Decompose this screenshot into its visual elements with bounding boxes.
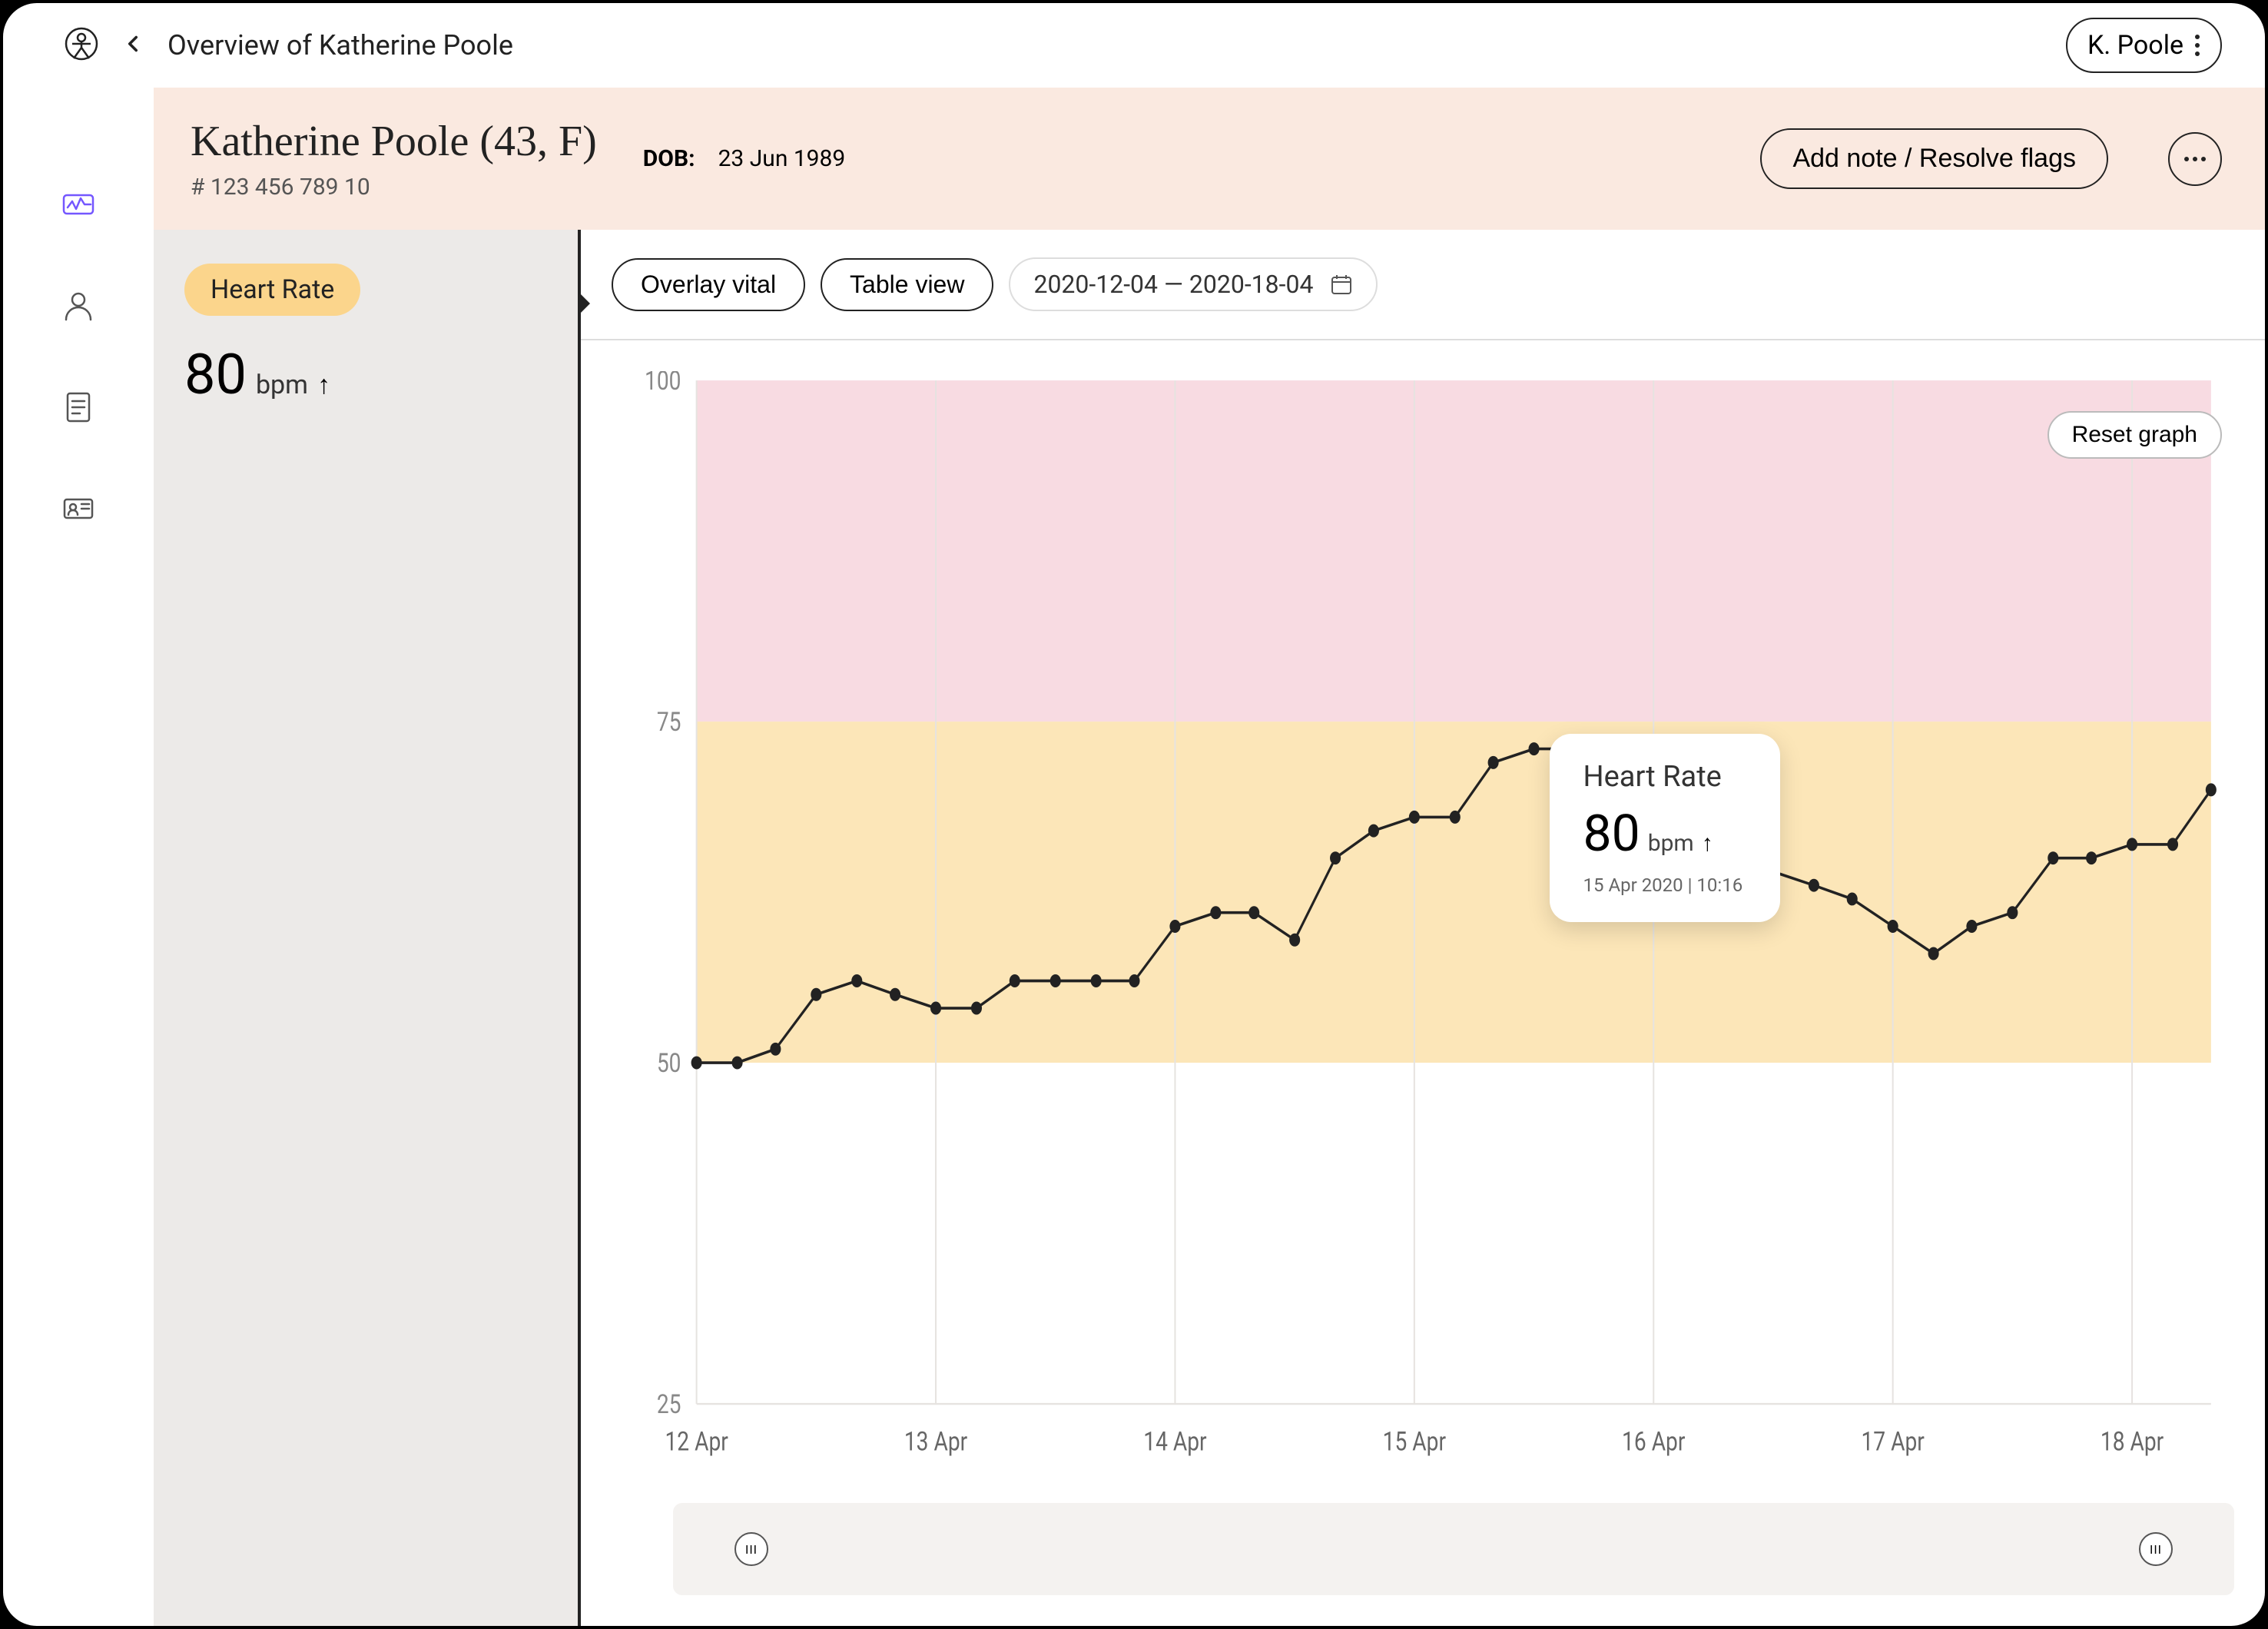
kebab-icon <box>2194 34 2200 57</box>
svg-text:25: 25 <box>657 1389 681 1420</box>
vital-side-panel[interactable]: Heart Rate 80 bpm ↑ <box>154 230 581 1626</box>
breadcrumb[interactable]: Overview of Katherine Poole <box>167 29 513 61</box>
patient-id: # 123 456 789 10 <box>191 174 597 201</box>
patient-name: Katherine Poole (43, F) <box>191 117 597 166</box>
account-menu[interactable]: K. Poole <box>2066 18 2222 73</box>
vital-value: 80 <box>184 342 247 407</box>
svg-text:16 Apr: 16 Apr <box>1622 1426 1686 1457</box>
add-note-button[interactable]: Add note / Resolve flags <box>1760 128 2108 189</box>
ellipsis-icon <box>2183 156 2207 162</box>
svg-text:15 Apr: 15 Apr <box>1383 1426 1447 1457</box>
more-actions-button[interactable] <box>2168 132 2222 186</box>
vital-unit: bpm <box>256 370 308 400</box>
nav-notes-icon[interactable] <box>61 390 95 424</box>
svg-text:17 Apr: 17 Apr <box>1861 1426 1925 1457</box>
svg-text:50: 50 <box>657 1048 681 1079</box>
chart-area[interactable]: 25 50 75 100 12 Apr 13 Apr 14 Apr 15 Apr 16 Apr 1… <box>581 340 2265 1488</box>
chart-tooltip: Heart Rate 80 bpm ↑ 15 Apr 2020 | 10:16 <box>1550 734 1780 922</box>
nav-id-icon[interactable] <box>61 492 95 526</box>
app-logo-icon <box>65 27 98 64</box>
nav-patient-icon[interactable] <box>61 289 95 323</box>
svg-text:100: 100 <box>645 371 681 396</box>
time-scrubber[interactable]: III III <box>673 1503 2234 1595</box>
reset-graph-button[interactable]: Reset graph <box>2048 411 2222 459</box>
trend-up-icon: ↑ <box>1702 830 1713 857</box>
svg-text:12 Apr: 12 Apr <box>665 1426 728 1457</box>
dob: DOB: 23 Jun 1989 <box>643 145 845 172</box>
overlay-vital-button[interactable]: Overlay vital <box>612 258 805 311</box>
date-range-picker[interactable]: 2020-12-04 — 2020-18-04 <box>1009 257 1378 311</box>
back-icon[interactable] <box>120 31 146 60</box>
svg-text:18 Apr: 18 Apr <box>2101 1426 2164 1457</box>
scrubber-handle-left[interactable]: III <box>734 1532 768 1566</box>
trend-up-icon: ↑ <box>317 370 330 400</box>
svg-text:13 Apr: 13 Apr <box>904 1426 968 1457</box>
vital-chip: Heart Rate <box>184 264 360 316</box>
table-view-button[interactable]: Table view <box>821 258 993 311</box>
account-name: K. Poole <box>2087 30 2183 61</box>
svg-text:14 Apr: 14 Apr <box>1143 1426 1207 1457</box>
scrubber-handle-right[interactable]: III <box>2139 1532 2173 1566</box>
calendar-icon <box>1330 273 1353 296</box>
svg-text:75: 75 <box>657 707 681 738</box>
nav-vitals-icon[interactable] <box>61 187 95 221</box>
